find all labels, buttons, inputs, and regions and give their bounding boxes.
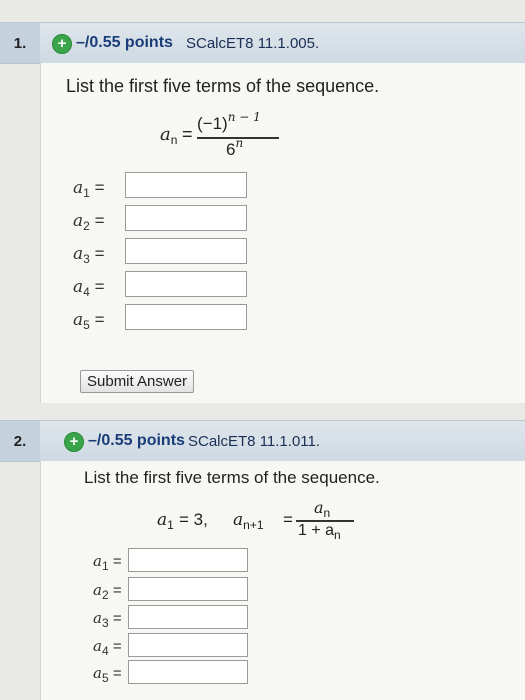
question-1-header: 1. + –/0.55 points SCalcET8 11.1.005. bbox=[0, 22, 525, 64]
source-label: SCalcET8 11.1.011. bbox=[188, 433, 321, 450]
question-number: 2. bbox=[0, 421, 40, 461]
source-label: SCalcET8 11.1.005. bbox=[186, 35, 320, 52]
plus-circle-icon[interactable]: + bbox=[52, 34, 72, 54]
answer-input-a3[interactable] bbox=[128, 605, 248, 629]
answer-input-a1[interactable] bbox=[128, 548, 248, 572]
points-label: –/0.55 points bbox=[88, 432, 185, 449]
answer-input-a2[interactable] bbox=[125, 205, 247, 231]
answer-input-a4[interactable] bbox=[125, 271, 247, 297]
answer-input-a3[interactable] bbox=[125, 238, 247, 264]
question-2-header: 2. + –/0.55 points SCalcET8 11.1.011. bbox=[0, 420, 525, 462]
answer-input-a5[interactable] bbox=[125, 304, 247, 330]
question-number: 1. bbox=[0, 23, 40, 63]
points-label: –/0.55 points bbox=[76, 34, 173, 51]
question-1-body bbox=[40, 63, 525, 403]
plus-circle-icon[interactable]: + bbox=[64, 432, 84, 452]
answer-input-a4[interactable] bbox=[128, 633, 248, 657]
answer-input-a5[interactable] bbox=[128, 660, 248, 684]
question-2-prompt: List the first five terms of the sequenc… bbox=[84, 468, 380, 487]
answer-input-a1[interactable] bbox=[125, 172, 247, 198]
question-1-prompt: List the first five terms of the sequenc… bbox=[66, 76, 380, 96]
answer-input-a2[interactable] bbox=[128, 577, 248, 601]
submit-answer-button[interactable]: Submit Answer bbox=[80, 370, 195, 393]
